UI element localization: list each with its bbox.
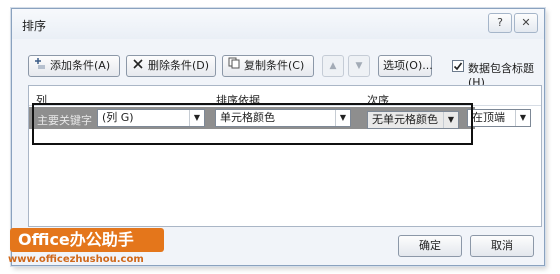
delete-condition-label: 删除条件(D) [148,59,210,72]
order-position-select-value: 在顶端 [472,111,505,124]
ok-button[interactable]: 确定 [398,235,462,257]
header-checkbox[interactable] [452,60,464,72]
copy-icon [227,56,241,76]
add-condition-label: 添加条件(A) [50,59,111,72]
add-condition-button[interactable]: 添加条件(A) [28,55,120,77]
copy-condition-label: 复制条件(C) [244,59,305,72]
copy-condition-button[interactable]: 复制条件(C) [222,55,314,77]
watermark-logo: Office办公助手 [10,228,164,252]
watermark-url: www.officezhushou.com [8,254,144,265]
move-down-button[interactable]: ▼ [348,55,370,77]
cancel-button[interactable]: 取消 [470,235,534,257]
highlight-outline [32,103,473,145]
delete-condition-button[interactable]: 删除条件(D) [126,55,216,77]
toolbar: 添加条件(A) 删除条件(D) 复制条件(C) ▲ ▼ 选项(O)... 数据包… [28,55,534,89]
delete-x-icon [131,56,145,76]
close-button[interactable]: ✕ [514,13,538,33]
check-icon [453,62,463,71]
title-bar: 排序 ? ✕ [12,9,544,39]
options-button[interactable]: 选项(O)... [378,55,433,77]
move-up-button[interactable]: ▲ [322,55,344,77]
help-button[interactable]: ? [488,13,512,33]
chevron-down-icon: ▼ [515,110,530,126]
dialog-title: 排序 [22,19,47,33]
add-condition-icon [33,56,47,76]
order-position-select[interactable]: 在顶端 ▼ [467,109,531,127]
